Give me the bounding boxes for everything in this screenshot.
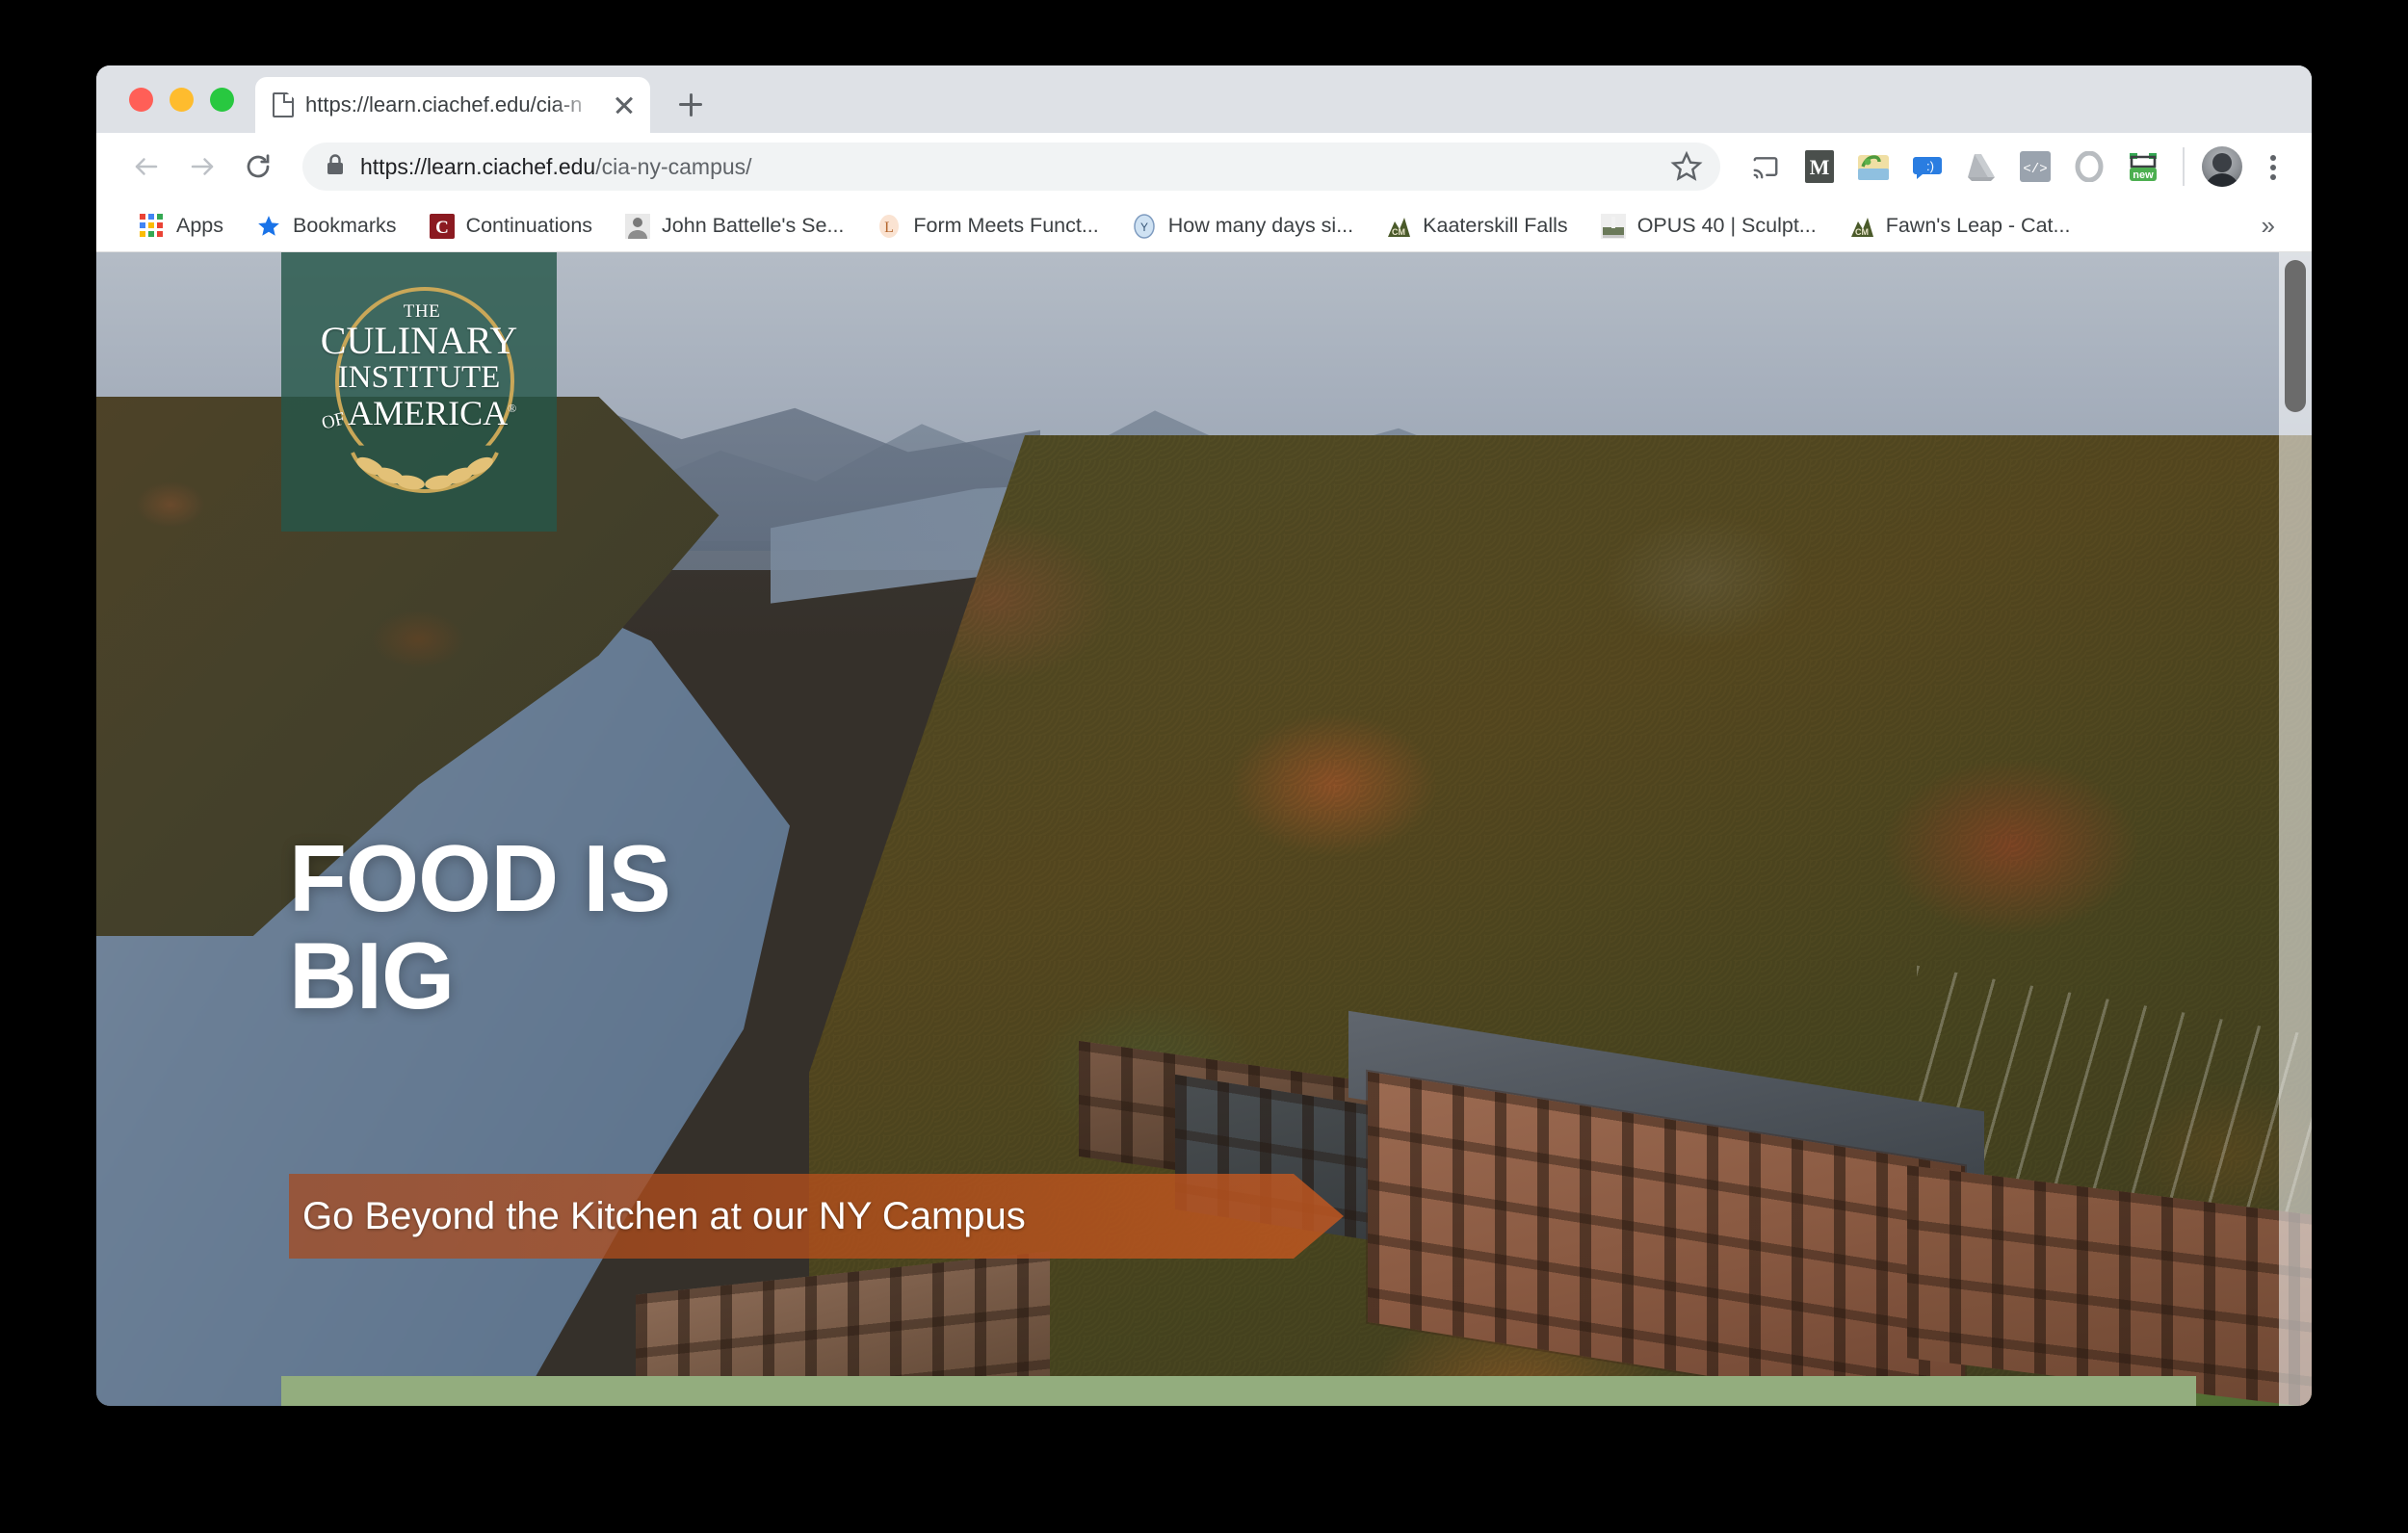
user-avatar[interactable] [2202,146,2242,187]
browser-tab[interactable]: https://learn.ciachef.edu/cia-n [255,77,650,133]
intro-panel: Located in the picturesque New York's Hu… [281,1376,2196,1406]
page-icon [273,92,294,117]
svg-text:L: L [885,220,895,236]
svg-text:CM: CM [1392,227,1405,237]
logo-of: OF [319,408,348,434]
lock-icon [326,153,345,181]
bookmark-john-battelle[interactable]: John Battelle's Se... [609,205,860,247]
toolbar-divider [2183,147,2185,186]
new-tab-button[interactable] [666,79,716,129]
close-tab-button[interactable] [612,92,637,117]
catskill-mountaineer-icon: CM [1386,214,1411,239]
logo-institute: INSTITUTE [337,360,501,395]
svg-text::): :) [1926,159,1934,173]
bookmark-label: Bookmarks [293,214,397,237]
hero-tagline-text: Go Beyond the Kitchen at our NY Campus [302,1194,1026,1237]
letter-l-icon: L [877,214,902,239]
page-scrollbar[interactable] [2279,252,2312,1406]
svg-text:new: new [2133,169,2154,181]
hero-tagline-banner: Go Beyond the Kitchen at our NY Campus [289,1174,1344,1259]
svg-text:</>: </> [2023,162,2047,177]
bookmark-apps[interactable]: Apps [123,205,240,247]
opus40-icon [1600,213,1626,239]
portrait-icon [625,213,651,239]
catskill-mountaineer-icon: CM [1849,214,1874,239]
page-viewport: THE CULINARY INSTITUTE OF AMERICA® FOOD … [96,252,2312,1406]
svg-text:M: M [1810,155,1830,179]
browser-window: https://learn.ciachef.edu/cia-n https://… [96,65,2312,1406]
logo-wheat-icon [351,452,499,493]
cia-logo[interactable]: THE CULINARY INSTITUTE OF AMERICA® [281,252,557,532]
bookmark-star-icon[interactable] [1670,150,1703,183]
google-drive-icon[interactable] [1959,144,2003,189]
hero-headline-line-1: FOOD IS [289,825,671,931]
svg-text:Y: Y [1140,221,1148,234]
browser-toolbar: https://learn.ciachef.edu/cia-ny-campus/… [96,133,2312,200]
bookmark-label: Fawn's Leap - Cat... [1885,214,2071,237]
url-text: https://learn.ciachef.edu/cia-ny-campus/ [360,154,1655,180]
bookmark-form-meets-function[interactable]: L Form Meets Funct... [860,205,1114,247]
hero-headline-line-2: BIG [289,922,455,1028]
toolbox-extension-icon[interactable]: new [2121,144,2165,189]
apps-grid-icon [140,213,165,239]
continuations-icon: C [429,213,455,239]
clock-icon: Y [1132,213,1157,239]
cia-logo-mark: THE CULINARY INSTITUTE OF AMERICA® [308,281,530,503]
maximize-window-button[interactable] [210,88,234,112]
code-extension-icon[interactable]: </> [2013,144,2057,189]
bookmark-bookmarks[interactable]: Bookmarks [240,205,413,247]
bookmark-label: How many days si... [1167,214,1354,237]
opera-extension-icon[interactable] [2067,144,2111,189]
bookmark-continuations[interactable]: C Continuations [413,205,609,247]
bookmark-label: Kaaterskill Falls [1423,214,1568,237]
window-controls [96,88,255,133]
browser-menu-button[interactable] [2256,144,2290,189]
reload-button[interactable] [233,142,283,192]
address-bar[interactable]: https://learn.ciachef.edu/cia-ny-campus/ [302,143,1720,191]
bookmark-label: Apps [176,214,224,237]
bitly-extension-icon[interactable]: :) [1905,144,1950,189]
svg-text:C: C [435,218,449,238]
svg-text:CM: CM [1855,227,1869,237]
minimize-window-button[interactable] [170,88,194,112]
bookmarks-bar: Apps Bookmarks C Continuations John Batt… [96,200,2312,252]
logo-america: AMERICA [348,394,509,432]
medium-extension-icon[interactable]: M [1797,144,1842,189]
bookmark-label: OPUS 40 | Sculpt... [1636,214,1817,237]
logo-culinary: CULINARY [320,319,518,362]
url-path: /cia-ny-campus/ [595,153,752,179]
bookmark-fawns-leap[interactable]: CM Fawn's Leap - Cat... [1833,205,2087,247]
bookmark-label: John Battelle's Se... [662,214,845,237]
tab-strip: https://learn.ciachef.edu/cia-n [96,65,2312,133]
url-domain: https://learn.ciachef.edu [360,153,596,179]
evernote-extension-icon[interactable] [1851,144,1896,189]
back-button[interactable] [121,142,171,192]
star-icon [256,214,281,239]
panel-accent-bar [281,1376,2196,1406]
scrollbar-thumb[interactable] [2285,260,2306,412]
close-window-button[interactable] [129,88,153,112]
bookmark-label: Continuations [465,214,593,237]
forward-button[interactable] [177,142,227,192]
bookmarks-overflow-button[interactable]: » [2248,211,2289,241]
bookmark-kaaterskill-falls[interactable]: CM Kaaterskill Falls [1370,205,1584,247]
bookmark-how-many-days[interactable]: Y How many days si... [1115,205,1370,247]
hero-headline: FOOD IS BIG [289,825,671,1028]
cast-icon[interactable] [1743,144,1788,189]
bookmark-label: Form Meets Funct... [913,214,1099,237]
logo-registered: ® [508,402,517,415]
tab-title: https://learn.ciachef.edu/cia-n [305,92,583,117]
bookmark-opus-40[interactable]: OPUS 40 | Sculpt... [1584,205,1833,247]
